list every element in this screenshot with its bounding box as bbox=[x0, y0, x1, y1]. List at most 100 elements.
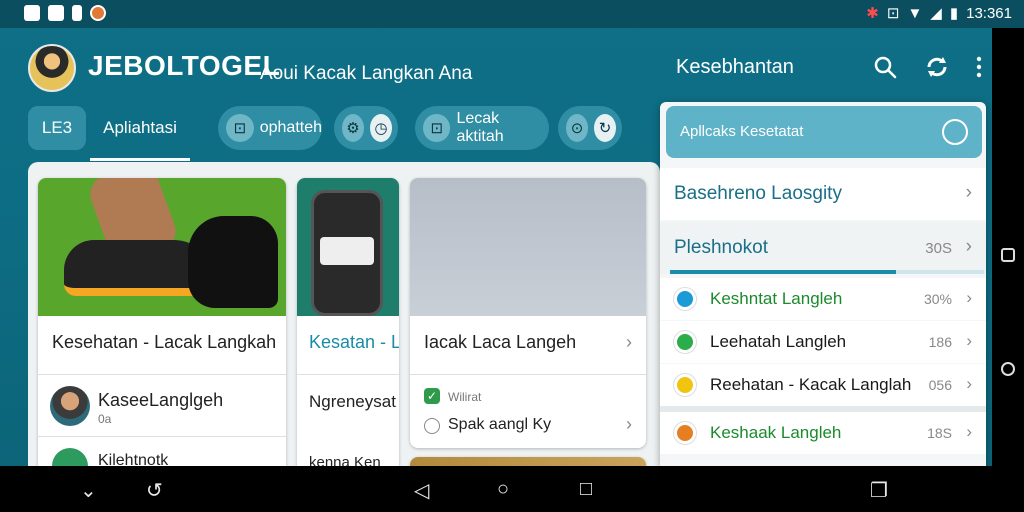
list-item[interactable]: Leehatah Langleh 186 › bbox=[660, 321, 986, 363]
phone-icon bbox=[72, 5, 82, 21]
progress-fill bbox=[670, 270, 897, 274]
search-icon[interactable] bbox=[872, 54, 898, 80]
shoe-image bbox=[38, 178, 286, 316]
lock-icon bbox=[24, 5, 40, 21]
panel-item-label: Pleshnokot bbox=[674, 237, 769, 258]
cards-area: Kesehatan - Lacak Langkah KaseeLanglgeh … bbox=[28, 162, 660, 466]
user-avatar[interactable] bbox=[50, 386, 90, 426]
phone-image bbox=[297, 178, 399, 316]
bottom-label: Kilehtnotk bbox=[98, 452, 169, 466]
list-item-label: Reehatan - Kacak Langlah bbox=[710, 375, 912, 394]
overview-icon[interactable]: ❐ bbox=[870, 478, 888, 503]
navigation-bar: ⌄ ↺ ◁ ○ □ ❐ bbox=[0, 466, 1024, 512]
avatar[interactable] bbox=[28, 44, 76, 92]
check-icon: ✓ bbox=[424, 388, 440, 404]
chevron-right-icon: › bbox=[965, 236, 972, 257]
card-iacak[interactable]: Iacak Laca Langeh › ✓ Wilirat Spak aangl… bbox=[410, 178, 646, 448]
chevron-down-icon[interactable]: ⌄ bbox=[80, 478, 97, 503]
progress-bar bbox=[670, 270, 984, 274]
brand-title: JEBOLTOGEL bbox=[88, 50, 281, 81]
badge-label: Wilirat bbox=[448, 390, 482, 404]
card-sub: Spak aangl Ky bbox=[448, 416, 552, 433]
clock-icon: ◷ bbox=[370, 114, 392, 142]
section-title: Kesebhantan bbox=[676, 56, 794, 78]
tab-settings[interactable]: ⚙ ◷ bbox=[334, 106, 398, 150]
status-bar: ✱ ⊡ ▼ ◢ ▮ 13:361 bbox=[0, 0, 1024, 28]
panel-item-pleshnokot[interactable]: Pleshnokot 30S › bbox=[660, 222, 986, 274]
card-sub: Ngreneysat bbox=[309, 392, 396, 411]
clock-icon bbox=[424, 418, 440, 434]
list-item-value: 056 bbox=[928, 377, 952, 393]
card-title: Iacak Laca Langeh bbox=[424, 332, 577, 352]
user-name: KaseeLanglgeh bbox=[98, 390, 224, 410]
app-icon bbox=[90, 5, 106, 21]
status-dot-icon bbox=[674, 374, 696, 396]
tab-le3[interactable]: LE3 bbox=[28, 106, 86, 150]
card-title: Kesatan - L bbox=[309, 332, 399, 352]
list-item[interactable]: Reehatan - Kacak Langlah 056 › bbox=[660, 364, 986, 406]
chevron-right-icon[interactable]: › bbox=[626, 414, 632, 435]
divider bbox=[410, 374, 646, 375]
card-partial[interactable] bbox=[410, 457, 646, 466]
user-sub: 0a bbox=[98, 412, 112, 426]
chevron-right-icon: › bbox=[966, 374, 972, 393]
refresh-icon: ↻ bbox=[594, 114, 616, 142]
home-icon[interactable]: ○ bbox=[497, 478, 509, 501]
panel-header-label: Apllcaks Kesetatat bbox=[680, 123, 804, 140]
list-item[interactable]: Keshaak Langleh 18S › bbox=[660, 412, 986, 454]
tab-icon: ⚙ bbox=[342, 114, 364, 142]
sync-icon[interactable] bbox=[924, 54, 950, 80]
tab-apliahtasi[interactable]: Apliahtasi bbox=[90, 106, 190, 150]
divider bbox=[38, 374, 286, 375]
back-triangle-icon[interactable]: ◁ bbox=[414, 478, 429, 503]
phone-screen bbox=[320, 237, 374, 265]
status-right: ✱ ⊡ ▼ ◢ ▮ 13:361 bbox=[866, 4, 1012, 23]
app-screen: ✱ ⊡ ▼ ◢ ▮ 13:361 JEBOLTOGEL Aoui Kacak L… bbox=[0, 0, 1024, 512]
tab-ophatteh[interactable]: ⊡ ophatteh bbox=[218, 106, 322, 150]
chevron-right-icon[interactable]: › bbox=[626, 332, 632, 353]
panel-item-basehreno[interactable]: Basehreno Laosgity › bbox=[660, 168, 986, 220]
list-item-label: Keshntat Langleh bbox=[710, 289, 843, 308]
keyboard-icon bbox=[48, 5, 64, 21]
app-badge-icon bbox=[52, 448, 88, 466]
tab-label: Lecak aktitah bbox=[456, 110, 504, 145]
tab-target[interactable]: ⊙ ↻ bbox=[558, 106, 622, 150]
tab-lecak-aktitah[interactable]: ⊡ Lecak aktitah bbox=[415, 106, 549, 150]
card-kesatan[interactable]: Kesatan - L Ngreneysat kenna Ken bbox=[297, 178, 399, 466]
divider bbox=[297, 374, 399, 375]
nfc-icon: ⊡ bbox=[886, 5, 900, 22]
panel-item-label: Basehreno Laosgity bbox=[674, 183, 842, 204]
signal-icon: ◢ bbox=[930, 5, 942, 22]
tab-label: ophatteh bbox=[259, 119, 322, 136]
dropdown-panel: Apllcaks Kesetatat Basehreno Laosgity › … bbox=[660, 102, 986, 466]
status-time: 13:361 bbox=[966, 4, 1012, 22]
status-dot-icon bbox=[674, 288, 696, 310]
timer-icon[interactable] bbox=[942, 119, 968, 145]
card-bottom: kenna Ken bbox=[309, 454, 381, 466]
back-icon[interactable]: ↺ bbox=[146, 478, 163, 503]
chevron-right-icon: › bbox=[966, 288, 972, 307]
divider bbox=[38, 436, 286, 437]
bug-icon: ✱ bbox=[866, 5, 879, 22]
wifi-icon: ▼ bbox=[907, 4, 923, 22]
tagline: Aoui Kacak Langkan Ana bbox=[260, 63, 473, 84]
phone-shape bbox=[311, 190, 383, 316]
tab-icon: ⊡ bbox=[226, 114, 254, 142]
home-side-button[interactable] bbox=[1001, 362, 1015, 376]
list-item[interactable]: Keshntat Langleh 30% › bbox=[660, 278, 986, 320]
panel-header[interactable]: Apllcaks Kesetatat bbox=[666, 106, 982, 158]
chevron-right-icon: › bbox=[966, 331, 972, 350]
status-dot-icon bbox=[674, 422, 696, 444]
list-item-value: 186 bbox=[928, 334, 952, 350]
tab-bar: LE3 Apliahtasi ⊡ ophatteh ⚙ ◷ ⊡ Lecak ak… bbox=[28, 106, 660, 161]
card-kesehatan[interactable]: Kesehatan - Lacak Langkah KaseeLanglgeh … bbox=[38, 178, 286, 466]
status-left bbox=[24, 5, 106, 21]
battery-icon: ▮ bbox=[949, 5, 959, 22]
chevron-right-icon: › bbox=[965, 182, 972, 203]
more-vert-icon[interactable] bbox=[970, 54, 988, 80]
recents-side-button[interactable] bbox=[1001, 248, 1015, 262]
active-tab-indicator bbox=[90, 158, 190, 161]
status-dot-icon bbox=[674, 331, 696, 353]
cloth-shape bbox=[188, 216, 278, 308]
recents-icon[interactable]: □ bbox=[580, 478, 592, 501]
